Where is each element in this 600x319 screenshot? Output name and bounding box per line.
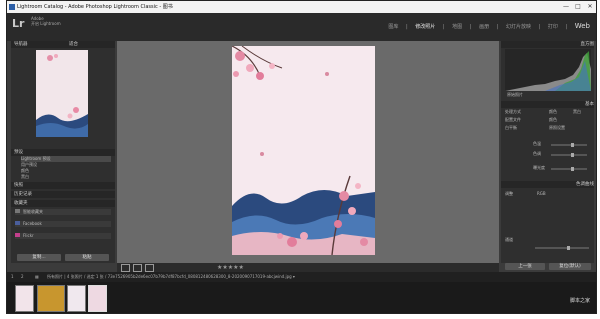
collection-item[interactable]: Facebook [15,221,111,227]
flickr-icon [15,233,20,237]
profile-label: 配置文件 [505,117,521,122]
filmstrip-thumb[interactable] [15,285,34,312]
histogram-graph [505,51,591,91]
paste-settings-button[interactable]: 粘贴 [65,254,109,261]
filmstrip-path[interactable]: 所有照片 | 4 张照片 / 选定 1 张 / 73e7526905b2de6e… [47,272,295,282]
histogram-header[interactable]: 直方图 [501,41,594,48]
temp-label: 色温 [533,141,541,146]
facebook-icon [15,221,20,225]
filmstrip-thumb[interactable] [67,285,86,312]
wb-value[interactable]: 原照设置 [549,125,565,131]
before-after-icon[interactable] [145,264,154,272]
tone-curve-header[interactable]: 色调曲线 [501,181,594,188]
page2-button[interactable]: 2 [21,272,24,282]
collection-item[interactable]: Flickr [15,233,111,239]
channel-value[interactable]: RGB [537,191,546,197]
navigator-preview[interactable] [36,50,88,137]
preset-item[interactable]: 黑白 [21,174,29,180]
tint-slider[interactable] [551,153,587,157]
compare-view-icon[interactable] [133,264,142,272]
rating-stars[interactable]: ★★★★★ [217,263,244,272]
toolbar: ★★★★★ [117,263,499,272]
watermark: 脚本之家 [569,298,590,304]
navigator-thumbnail [36,54,88,137]
loupe-view-icon[interactable] [121,264,130,272]
history-header[interactable]: 历史记录 [11,191,115,198]
tint-label: 色调 [533,151,541,156]
previous-button[interactable]: 上一张 [505,263,545,270]
curve-slider[interactable] [535,246,589,250]
profile-value[interactable]: 颜色 [549,117,557,123]
grid-icon[interactable]: ▦ [35,272,39,282]
treatment-label: 处理方式 [505,109,521,114]
wb-label: 白平衡 [505,125,517,130]
collection-label: 智能收藏夹 [23,209,43,214]
filmstrip-thumb[interactable] [88,285,107,312]
treatment-color[interactable]: 颜色 [549,109,557,115]
presets-header[interactable]: 预设 [11,149,115,156]
basic-header[interactable]: 基本 [501,101,594,108]
region-label: 调整 [505,191,513,196]
cherry-blossom-image [232,46,375,255]
histogram[interactable] [505,49,591,91]
collection-item[interactable]: 智能收藏夹 [15,209,111,215]
navigator-header[interactable]: 导航器 适合 [11,41,115,48]
snapshots-header[interactable]: 快照 [11,182,115,189]
page1-button[interactable]: 1 [11,272,14,282]
treatment-bw[interactable]: 黑白 [573,109,581,115]
exposure-label: 曝光度 [533,165,545,170]
app-window: Lightroom Catalog - Adobe Photoshop Ligh… [6,0,597,314]
collections-header[interactable]: 收藏夹 [11,200,115,207]
navigator-title: 导航器 [14,42,28,47]
main-photo[interactable] [232,46,375,255]
navigator-zoom[interactable]: 适合 [69,41,78,48]
collection-label: Facebook [23,221,42,226]
channel-label: 通道 [505,237,513,242]
filmstrip-bar: 1 2 ▦ 所有照片 | 4 张照片 / 选定 1 张 / 73e7526905… [7,272,596,282]
exposure-slider[interactable] [551,167,587,171]
collection-label: Flickr [23,233,34,238]
original-photo-toggle[interactable]: 原始照片 [507,92,523,98]
filmstrip [7,282,596,313]
smart-collection-icon [15,209,20,213]
temp-slider[interactable] [551,143,587,147]
reset-button[interactable]: 复位(默认) [549,263,591,270]
filmstrip-thumb[interactable] [37,285,65,312]
copy-settings-button[interactable]: 复制... [17,254,61,261]
